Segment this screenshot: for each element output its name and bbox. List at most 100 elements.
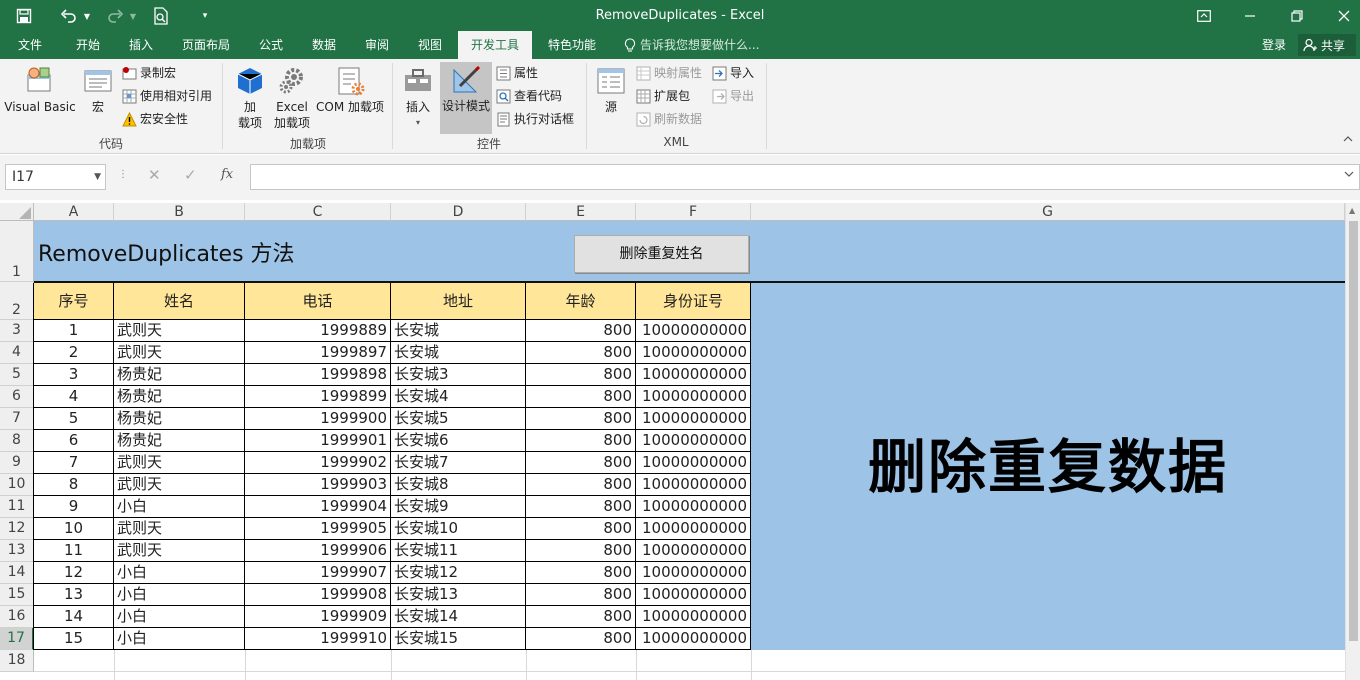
cell-phone[interactable]: 1999902 — [245, 452, 391, 474]
tab-file[interactable]: 文件 — [8, 31, 52, 59]
cell-age[interactable]: 800 — [526, 628, 636, 650]
cell-age[interactable]: 800 — [526, 430, 636, 452]
cell-age[interactable]: 800 — [526, 386, 636, 408]
cell-address[interactable]: 长安城15 — [391, 628, 526, 650]
cell-age[interactable]: 800 — [526, 408, 636, 430]
row-header-12[interactable]: 12 — [0, 518, 34, 540]
row-header-3[interactable]: 3 — [0, 320, 34, 342]
cell-address[interactable]: 长安城9 — [391, 496, 526, 518]
row-header-9[interactable]: 9 — [0, 452, 34, 474]
cell-seq[interactable]: 2 — [34, 342, 114, 364]
cell-address[interactable]: 长安城 — [391, 342, 526, 364]
cell-phone[interactable]: 1999898 — [245, 364, 391, 386]
cell-id[interactable]: 10000000000 — [636, 386, 751, 408]
tab-special-features[interactable]: 特色功能 — [540, 31, 604, 59]
import-button[interactable]: 导入 — [712, 63, 754, 83]
cell-phone[interactable]: 1999900 — [245, 408, 391, 430]
cell-seq[interactable]: 3 — [34, 364, 114, 386]
cell-seq[interactable]: 4 — [34, 386, 114, 408]
cell-seq[interactable]: 12 — [34, 562, 114, 584]
cell-name[interactable]: 小白 — [114, 584, 245, 606]
cell-address[interactable]: 长安城10 — [391, 518, 526, 540]
cell-id[interactable]: 10000000000 — [636, 518, 751, 540]
cell-address[interactable]: 长安城11 — [391, 540, 526, 562]
cell-seq[interactable]: 8 — [34, 474, 114, 496]
cell-phone[interactable]: 1999907 — [245, 562, 391, 584]
cell-name[interactable]: 武则天 — [114, 474, 245, 496]
sign-in-link[interactable]: 登录 — [1262, 31, 1286, 59]
com-addins-button[interactable]: COM 加载项 — [314, 63, 386, 115]
tab-data[interactable]: 数据 — [302, 31, 346, 59]
undo-dropdown-icon[interactable]: ▼ — [82, 8, 92, 24]
insert-control-button[interactable]: 插入 ▾ — [398, 63, 438, 131]
tab-insert[interactable]: 插入 — [119, 31, 163, 59]
tell-me-search[interactable]: 告诉我您想要做什么... — [640, 31, 759, 59]
xml-source-button[interactable]: 源 — [594, 63, 628, 115]
cell-address[interactable]: 长安城5 — [391, 408, 526, 430]
cell-age[interactable]: 800 — [526, 364, 636, 386]
row-header-14[interactable]: 14 — [0, 562, 34, 584]
row-header-15[interactable]: 15 — [0, 584, 34, 606]
name-box[interactable]: I17 ▼ — [5, 164, 106, 190]
cell-phone[interactable]: 1999903 — [245, 474, 391, 496]
cell-id[interactable]: 10000000000 — [636, 496, 751, 518]
visual-basic-button[interactable]: Visual Basic — [4, 63, 76, 115]
customize-toolbar-icon[interactable]: ▾ — [198, 8, 212, 24]
cell-phone[interactable]: 1999897 — [245, 342, 391, 364]
row-header-7[interactable]: 7 — [0, 408, 34, 430]
tab-page-layout[interactable]: 页面布局 — [174, 31, 238, 59]
run-dialog-button[interactable]: 执行对话框 — [496, 109, 574, 129]
cell-age[interactable]: 800 — [526, 584, 636, 606]
row-header-16[interactable]: 16 — [0, 606, 34, 628]
cell-seq[interactable]: 13 — [34, 584, 114, 606]
header-cell-phone[interactable]: 电话 — [245, 283, 391, 320]
design-mode-button[interactable]: 设计模式 — [440, 62, 492, 134]
cell-id[interactable]: 10000000000 — [636, 320, 751, 342]
collapse-ribbon-icon[interactable] — [1340, 131, 1356, 147]
cell-seq[interactable]: 1 — [34, 320, 114, 342]
cell-age[interactable]: 800 — [526, 606, 636, 628]
cell-seq[interactable]: 14 — [34, 606, 114, 628]
expand-formula-bar-icon[interactable] — [1344, 169, 1354, 180]
cell-phone[interactable]: 1999910 — [245, 628, 391, 650]
cell-id[interactable]: 10000000000 — [636, 474, 751, 496]
header-cell-address[interactable]: 地址 — [391, 283, 526, 320]
cell-id[interactable]: 10000000000 — [636, 628, 751, 650]
scrollbar-thumb[interactable] — [1349, 221, 1358, 641]
header-cell-id[interactable]: 身份证号 — [636, 283, 751, 320]
cell-phone[interactable]: 1999909 — [245, 606, 391, 628]
row-header-10[interactable]: 10 — [0, 474, 34, 496]
cell-seq[interactable]: 9 — [34, 496, 114, 518]
header-cell-age[interactable]: 年龄 — [526, 283, 636, 320]
cell-id[interactable]: 10000000000 — [636, 430, 751, 452]
cell-id[interactable]: 10000000000 — [636, 540, 751, 562]
excel-addins-button[interactable]: Excel 加载项 — [270, 63, 314, 131]
record-macro-button[interactable]: 录制宏 — [122, 63, 176, 83]
row-header-5[interactable]: 5 — [0, 364, 34, 386]
row-header-1[interactable]: 1 — [0, 221, 34, 282]
cell-phone[interactable]: 1999908 — [245, 584, 391, 606]
cell-name[interactable]: 武则天 — [114, 540, 245, 562]
close-icon[interactable] — [1334, 6, 1354, 26]
cell-phone[interactable]: 1999889 — [245, 320, 391, 342]
row-header-18[interactable]: 18 — [0, 650, 34, 672]
cell-name[interactable]: 小白 — [114, 628, 245, 650]
save-icon[interactable] — [14, 6, 34, 26]
macro-security-button[interactable]: 宏安全性 — [122, 109, 188, 129]
cell-age[interactable]: 800 — [526, 518, 636, 540]
cell-address[interactable]: 长安城 — [391, 320, 526, 342]
header-cell-seq[interactable]: 序号 — [34, 283, 114, 320]
cell-age[interactable]: 800 — [526, 540, 636, 562]
addins-button[interactable]: 加 载项 — [232, 63, 268, 131]
column-header-f[interactable]: F — [636, 203, 751, 221]
cell-name[interactable]: 小白 — [114, 562, 245, 584]
restore-icon[interactable] — [1287, 6, 1307, 26]
cell-age[interactable]: 800 — [526, 320, 636, 342]
cell-seq[interactable]: 10 — [34, 518, 114, 540]
cell-phone[interactable]: 1999901 — [245, 430, 391, 452]
share-button[interactable]: 共享 — [1298, 34, 1356, 56]
select-all-corner[interactable] — [0, 203, 34, 221]
row-header-11[interactable]: 11 — [0, 496, 34, 518]
row-header-17[interactable]: 17 — [0, 628, 34, 650]
cell-name[interactable]: 武则天 — [114, 452, 245, 474]
